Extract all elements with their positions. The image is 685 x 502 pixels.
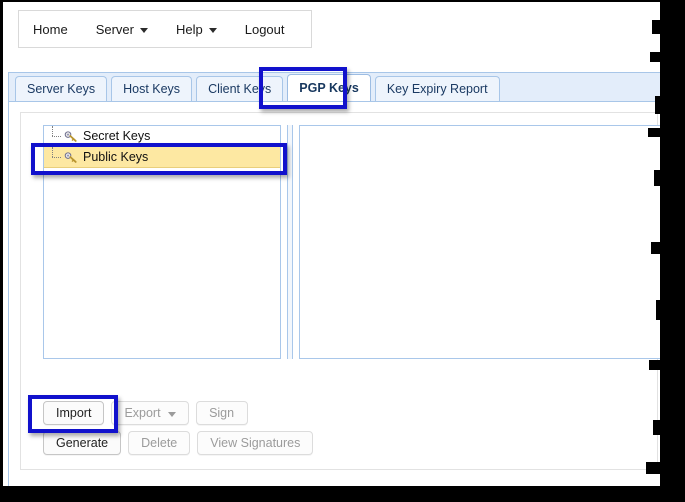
tab-server-keys-label: Server Keys (27, 82, 96, 96)
tab-strip: Server Keys Host Keys Client Keys PGP Ke… (8, 72, 670, 102)
menu-server[interactable]: Server (82, 11, 162, 47)
menu-home[interactable]: Home (19, 11, 82, 47)
tree-node-public-keys-label: Public Keys (83, 150, 149, 164)
delete-button[interactable]: Delete (128, 431, 191, 455)
tab-client-keys-label: Client Keys (208, 82, 272, 96)
tab-pgp-keys[interactable]: PGP Keys (287, 74, 371, 101)
chevron-down-icon (208, 27, 217, 33)
delete-button-label: Delete (141, 436, 178, 450)
pgp-keys-content-panel: Secret Keys Public Keys Import Export Si… (20, 112, 676, 470)
generate-button[interactable]: Generate (43, 431, 122, 455)
view-signatures-button-label: View Signatures (210, 436, 301, 450)
menu-logout-label: Logout (244, 21, 285, 37)
generate-button-label: Generate (56, 436, 109, 450)
chevron-down-icon (167, 411, 176, 417)
tab-client-keys[interactable]: Client Keys (196, 76, 284, 101)
key-tree-panel[interactable]: Secret Keys Public Keys (43, 125, 281, 359)
tab-pgp-keys-label: PGP Keys (299, 81, 359, 95)
export-button[interactable]: Export (111, 401, 189, 425)
key-icon (64, 131, 77, 142)
split-pane: Secret Keys Public Keys (43, 125, 676, 359)
menu-help-label: Help (175, 21, 203, 37)
tree-connector-icon (52, 126, 61, 146)
key-actions-row-2: Generate Delete View Signatures (43, 431, 314, 455)
tab-host-keys-label: Host Keys (123, 82, 181, 96)
tab-server-keys[interactable]: Server Keys (15, 76, 108, 101)
import-button-label: Import (56, 406, 92, 420)
view-signatures-button[interactable]: View Signatures (197, 431, 314, 455)
split-divider[interactable] (287, 125, 293, 359)
export-button-label: Export (124, 406, 161, 420)
application-page: Home Server Help Logout Server Keys Host… (0, 0, 676, 492)
key-actions-row-1: Import Export Sign (43, 401, 248, 425)
import-button[interactable]: Import (43, 401, 105, 425)
main-menu-bar: Home Server Help Logout (18, 10, 312, 48)
sign-button-label: Sign (209, 406, 235, 420)
chevron-down-icon (139, 27, 148, 33)
menu-home-label: Home (33, 21, 68, 37)
tree-node-public-keys[interactable]: Public Keys (44, 146, 280, 168)
key-details-panel (299, 125, 676, 359)
tree-node-secret-keys-label: Secret Keys (83, 129, 151, 143)
key-icon (64, 152, 77, 163)
sign-button[interactable]: Sign (195, 401, 248, 425)
menu-help[interactable]: Help (162, 11, 231, 47)
menu-logout[interactable]: Logout (231, 11, 299, 47)
tab-host-keys[interactable]: Host Keys (111, 76, 193, 101)
tab-key-expiry-report-label: Key Expiry Report (386, 82, 488, 96)
menu-server-label: Server (95, 21, 134, 37)
tab-key-expiry-report[interactable]: Key Expiry Report (374, 76, 500, 101)
screenshot-root: Home Server Help Logout Server Keys Host… (0, 0, 685, 502)
tree-connector-icon (52, 147, 61, 167)
tree-node-secret-keys[interactable]: Secret Keys (44, 126, 280, 146)
